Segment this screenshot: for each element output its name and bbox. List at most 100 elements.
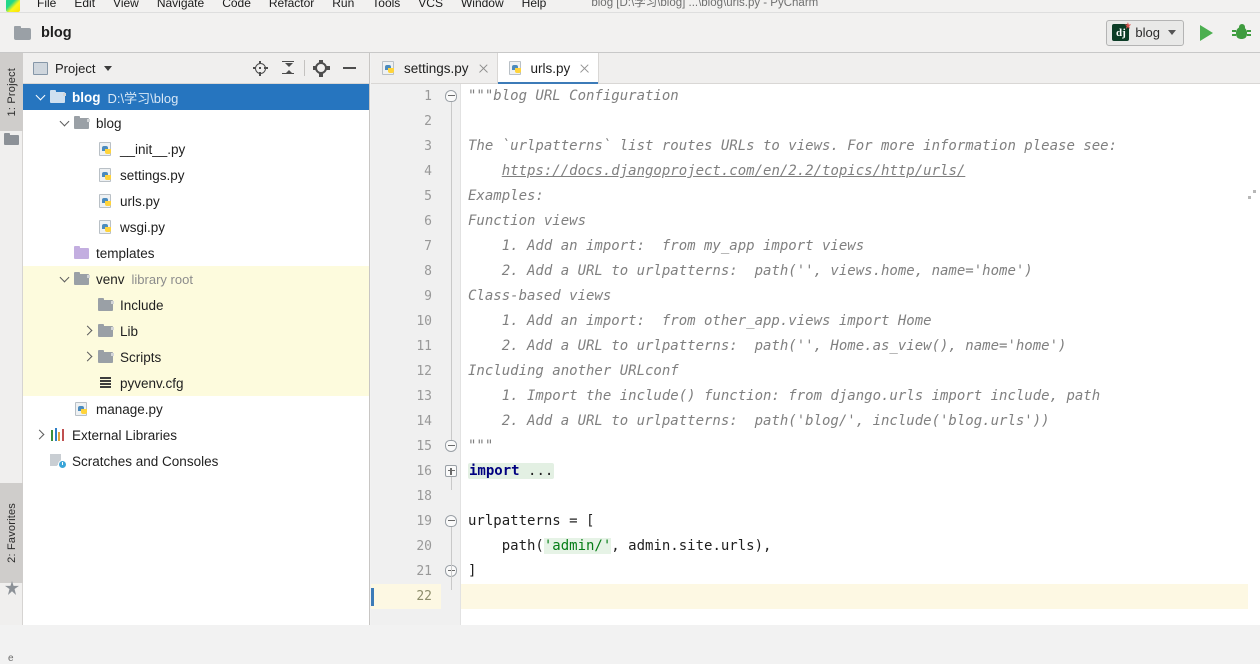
code-content[interactable]: """blog URL Configuration The `urlpattern… xyxy=(461,84,1260,625)
sidebar-tab-project[interactable]: 1: Project xyxy=(0,53,23,131)
project-panel-title: Project xyxy=(55,60,96,76)
line-number: 9 xyxy=(424,289,432,304)
tree-item-templates[interactable]: templates xyxy=(23,240,369,266)
code-folding-gutter[interactable] xyxy=(441,84,461,625)
code-line[interactable]: 1. Add an import: from my_app import vie… xyxy=(461,234,1260,259)
tree-item-label: templates xyxy=(96,245,155,261)
close-icon[interactable] xyxy=(579,63,590,74)
project-folder-icon xyxy=(4,133,19,145)
run-button[interactable] xyxy=(1200,24,1213,41)
chevron-right-icon[interactable] xyxy=(81,349,97,365)
line-number: 22 xyxy=(371,584,441,609)
run-configuration-selector[interactable]: dj blog xyxy=(1106,19,1184,46)
chevron-right-icon[interactable] xyxy=(33,427,49,443)
code-line[interactable]: Class-based views xyxy=(461,284,1260,309)
code-line[interactable]: """blog URL Configuration xyxy=(461,84,1260,109)
code-line[interactable]: path('admin/', admin.site.urls), xyxy=(461,534,1260,559)
editor-tab-settings-py[interactable]: settings.py xyxy=(371,53,498,83)
code-line[interactable]: 2. Add a URL to urlpatterns: path('blog/… xyxy=(461,409,1260,434)
tree-item-pyvenv-cfg[interactable]: pyvenv.cfg xyxy=(23,370,369,396)
tree-item-settings-py[interactable]: settings.py xyxy=(23,162,369,188)
tree-item-label: wsgi.py xyxy=(120,219,166,235)
tree-item-init-py[interactable]: __init__.py xyxy=(23,136,369,162)
tree-item-include[interactable]: Include xyxy=(23,292,369,318)
code-line[interactable]: ] xyxy=(461,559,1260,584)
tree-item-label: __init__.py xyxy=(120,141,186,157)
line-number: 15 xyxy=(416,439,432,454)
tree-item-blog[interactable]: blog D:\学习\blog xyxy=(23,84,369,110)
menu-item-refactor[interactable]: Refactor xyxy=(260,0,323,10)
code-line[interactable] xyxy=(461,109,1260,134)
fold-region-line xyxy=(450,527,452,590)
menu-item-vcs[interactable]: VCS xyxy=(409,0,452,10)
code-line[interactable] xyxy=(461,484,1260,509)
debug-button[interactable] xyxy=(1232,24,1251,41)
settings-gear-icon[interactable] xyxy=(307,57,335,79)
code-line[interactable]: 1. Add an import: from other_app.views i… xyxy=(461,309,1260,334)
menu-item-edit[interactable]: Edit xyxy=(65,0,104,10)
code-line[interactable]: Including another URLconf xyxy=(461,359,1260,384)
tree-item-label: venv xyxy=(96,271,125,287)
sidebar-tab-favorites-label: 2: Favorites xyxy=(5,503,18,563)
left-tool-strip: 1: Project 2: Favorites e xyxy=(0,53,23,664)
code-line[interactable]: https://docs.djangoproject.com/en/2.2/to… xyxy=(461,159,1260,184)
python-file-icon xyxy=(507,60,525,76)
code-line[interactable]: 2. Add a URL to urlpatterns: path('', Ho… xyxy=(461,334,1260,359)
code-line[interactable]: import ... xyxy=(461,459,1260,484)
code-line[interactable]: urlpatterns = [ xyxy=(461,509,1260,534)
sidebar-tab-favorites[interactable]: 2: Favorites xyxy=(0,483,23,583)
tree-item-label: External Libraries xyxy=(72,427,178,443)
code-line[interactable]: 2. Add a URL to urlpatterns: path('', vi… xyxy=(461,259,1260,284)
fold-collapse-icon[interactable] xyxy=(445,515,457,527)
close-icon[interactable] xyxy=(478,63,489,74)
menu-item-view[interactable]: View xyxy=(104,0,148,10)
chevron-right-icon[interactable] xyxy=(81,323,97,339)
toolbar-divider xyxy=(304,60,305,76)
code-editor[interactable]: 1 2 3 4 5 6 7 8 9 10 11 12 13 14 15 16 18 19 20 21 22 """blo… xyxy=(371,84,1260,625)
menu-item-tools[interactable]: Tools xyxy=(363,0,409,10)
tree-item-suffix: library root xyxy=(131,271,193,287)
locate-icon[interactable] xyxy=(246,57,274,79)
line-number: 8 xyxy=(424,264,432,279)
editor-tab-label: settings.py xyxy=(404,60,469,76)
chevron-down-icon[interactable] xyxy=(33,89,49,105)
chevron-down-icon[interactable] xyxy=(104,65,113,71)
tree-item-blog[interactable]: blog xyxy=(23,110,369,136)
fold-end-icon[interactable] xyxy=(445,440,457,452)
python-file-icon xyxy=(97,219,115,235)
editor-tab-urls-py[interactable]: urls.py xyxy=(497,53,600,84)
tree-item-wsgi-py[interactable]: wsgi.py xyxy=(23,214,369,240)
code-line[interactable]: The `urlpatterns` list routes URLs to vi… xyxy=(461,134,1260,159)
menu-item-run[interactable]: Run xyxy=(323,0,363,10)
chevron-down-icon[interactable] xyxy=(57,115,73,131)
tree-item-manage-py[interactable]: manage.py xyxy=(23,396,369,422)
breadcrumb: blog xyxy=(14,25,72,41)
code-line[interactable]: Examples: xyxy=(461,184,1260,209)
menu-item-file[interactable]: File xyxy=(28,0,65,10)
tree-item-venv[interactable]: venv library root xyxy=(23,266,369,292)
tree-item-scripts[interactable]: Scripts xyxy=(23,344,369,370)
hide-panel-icon[interactable] xyxy=(335,57,363,79)
fold-collapse-icon[interactable] xyxy=(445,90,457,102)
collapse-all-icon[interactable] xyxy=(274,57,302,79)
fold-expand-icon[interactable] xyxy=(445,465,457,477)
code-line[interactable] xyxy=(461,584,1260,609)
tree-item-label: Scripts xyxy=(120,349,162,365)
tree-item-label: Include xyxy=(120,297,164,313)
tree-item-external-libraries[interactable]: External Libraries xyxy=(23,422,369,448)
code-line[interactable]: 1. Import the include() function: from d… xyxy=(461,384,1260,409)
menu-item-help[interactable]: Help xyxy=(513,0,556,10)
code-line[interactable]: """ xyxy=(461,434,1260,459)
tree-item-scratches-and-consoles[interactable]: Scratches and Consoles xyxy=(23,448,369,474)
tree-item-lib[interactable]: Lib xyxy=(23,318,369,344)
chevron-down-icon[interactable] xyxy=(57,271,73,287)
tree-item-urls-py[interactable]: urls.py xyxy=(23,188,369,214)
chevron-down-icon[interactable] xyxy=(1168,30,1176,35)
menu-item-navigate[interactable]: Navigate xyxy=(148,0,213,10)
menu-item-window[interactable]: Window xyxy=(452,0,513,10)
tree-item-label: pyvenv.cfg xyxy=(120,375,184,391)
code-line[interactable]: Function views xyxy=(461,209,1260,234)
menu-item-code[interactable]: Code xyxy=(213,0,260,10)
